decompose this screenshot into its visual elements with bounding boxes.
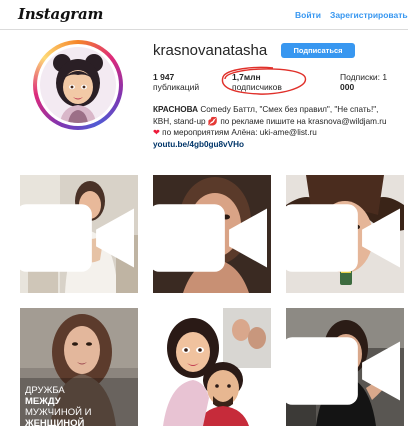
- following-count: 000: [340, 82, 355, 92]
- post-thumbnail-3[interactable]: [286, 175, 404, 293]
- post-thumbnail-1[interactable]: [20, 175, 138, 293]
- caption-line-1: ДРУЖБА: [25, 385, 65, 396]
- posts-count-stat: 1 947 публикаций: [153, 72, 199, 92]
- profile-username: krasnovanatasha: [153, 42, 268, 59]
- profile-bio: КРАСНОВА Comedy Баттл, "Смех без правил"…: [153, 104, 408, 150]
- video-camera-icon: [153, 204, 267, 272]
- following-label: Подписки: 1: [340, 72, 388, 82]
- post-thumbnail-5[interactable]: [153, 308, 271, 426]
- avatar-ring-gap: [37, 44, 119, 126]
- profile-avatar[interactable]: [33, 40, 123, 130]
- heart-emoji-icon: ❤: [153, 128, 160, 137]
- bio-line-3-text: по мероприятиям Алёна: uki-ame@list.ru: [159, 128, 317, 137]
- post-thumbnail-4[interactable]: ДРУЖБА МЕЖДУ МУЖЧИНОЙ И ЖЕНЩИНОЙ: [20, 308, 138, 426]
- video-camera-icon: [286, 204, 400, 272]
- following-count-stat[interactable]: Подписки: 1 000: [340, 72, 387, 92]
- bio-youtube-link[interactable]: youtu.be/4gb0gu8vVHo: [153, 140, 244, 149]
- top-navigation-bar: Instagram Войти Зарегистрироваться: [0, 0, 408, 30]
- avatar-illustration: [40, 47, 116, 123]
- instagram-logo[interactable]: Instagram: [18, 5, 103, 23]
- bio-line-3: ❤ по мероприятиям Алёна: uki-ame@list.ru: [153, 127, 408, 139]
- lips-emoji-icon: 💋: [207, 116, 219, 126]
- bio-line-2-text: по рекламе пишите на krasnova@wildjam.ru: [218, 116, 387, 126]
- caption-line-4: ЖЕНЩИНОЙ: [25, 418, 85, 426]
- bio-line-1-text: Comedy Баттл, "Смех без правил", "Не спа…: [198, 105, 379, 114]
- post-thumbnail-6[interactable]: [286, 308, 404, 426]
- caption-line-2: МЕЖДУ: [25, 396, 61, 407]
- login-link[interactable]: Войти: [295, 10, 321, 20]
- video-camera-icon: [286, 337, 400, 405]
- post-thumbnail-2[interactable]: [153, 175, 271, 293]
- register-link[interactable]: Зарегистрироваться: [330, 10, 408, 20]
- bio-name: КРАСНОВА: [153, 105, 199, 114]
- follow-button[interactable]: Подписаться: [281, 43, 355, 58]
- video-camera-icon: [20, 204, 134, 272]
- posts-label: публикаций: [153, 82, 200, 92]
- posts-count: 1 947: [153, 72, 175, 82]
- caption-line-3: МУЖЧИНОЙ И: [25, 407, 92, 418]
- red-circle-annotation: [221, 66, 306, 95]
- bio-line-4: youtu.be/4gb0gu8vVHo: [153, 139, 408, 151]
- bio-line-2-start: КВН, stand-up: [153, 116, 208, 126]
- bio-line-2: КВН, stand-up 💋 по рекламе пишите на kra…: [153, 116, 408, 128]
- bio-line-1: КРАСНОВА Comedy Баттл, "Смех без правил"…: [153, 104, 408, 116]
- post-4-caption: ДРУЖБА МЕЖДУ МУЖЧИНОЙ И ЖЕНЩИНОЙ: [25, 385, 91, 426]
- post-5-image: [153, 308, 271, 426]
